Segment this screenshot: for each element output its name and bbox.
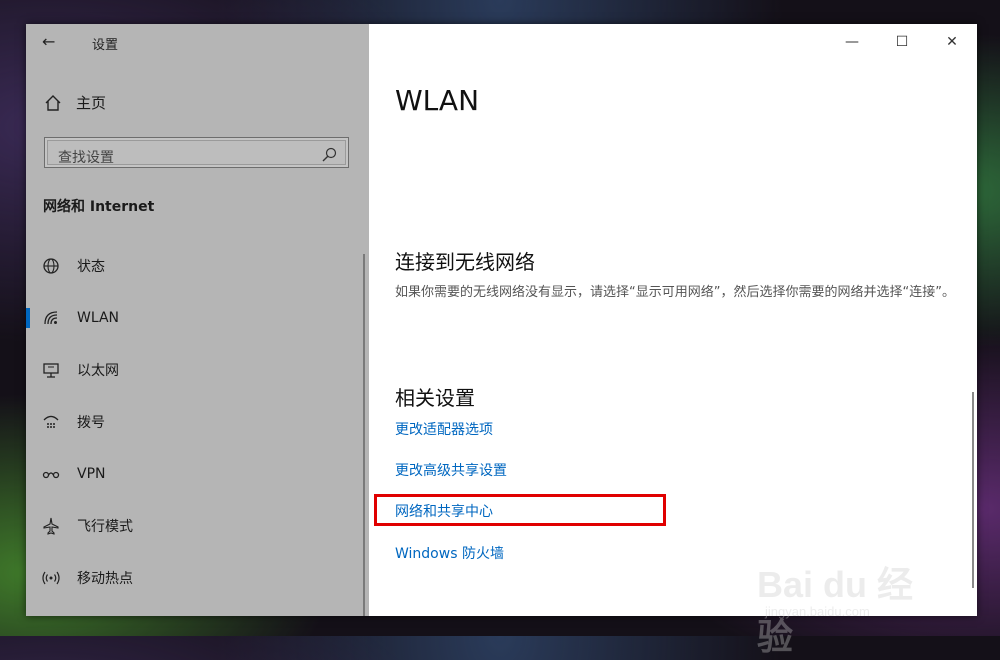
sidebar-item-status[interactable]: 状态 [26, 240, 369, 292]
sidebar-item-label: WLAN [77, 310, 120, 326]
sidebar-scrollbar[interactable] [363, 254, 365, 616]
connect-description: 如果你需要的无线网络没有显示，请选择“显示可用网络”，然后选择你需要的网络并选择… [395, 285, 955, 300]
home-icon [45, 94, 61, 111]
sidebar-item-vpn[interactable]: VPN [26, 448, 369, 500]
link-advanced-sharing[interactable]: 更改高级共享设置 [395, 460, 507, 480]
maximize-button[interactable]: ☐ [877, 24, 927, 60]
sidebar: ← 设置 主页 查找设置 网络和 Internet 状态 WLAN 以太网 拨号… [26, 24, 369, 616]
sidebar-item-wlan[interactable]: WLAN [26, 292, 369, 344]
sidebar-item-label: VPN [77, 466, 106, 482]
highlight-annotation [374, 494, 666, 526]
window-controls: — ☐ ✕ [827, 24, 977, 60]
wifi-icon [44, 311, 58, 325]
connect-heading: 连接到无线网络 [395, 250, 535, 274]
app-title: 设置 [92, 38, 119, 53]
sidebar-item-ethernet[interactable]: 以太网 [26, 344, 369, 396]
sidebar-item-airplane[interactable]: 飞行模式 [26, 500, 369, 552]
link-windows-firewall[interactable]: Windows 防火墙 [395, 543, 504, 563]
nav-list: 状态 WLAN 以太网 拨号 VPN 飞行模式 移动热点 [26, 240, 369, 604]
close-button[interactable]: ✕ [927, 24, 977, 60]
settings-window: ← 设置 主页 查找设置 网络和 Internet 状态 WLAN 以太网 拨号… [26, 24, 977, 657]
sidebar-item-label: 移动热点 [77, 571, 133, 587]
sidebar-item-hotspot[interactable]: 移动热点 [26, 552, 369, 604]
vpn-icon [42, 471, 60, 479]
minimize-button[interactable]: — [827, 24, 877, 60]
baidu-watermark: Bai du 经验 jingyan.baidu.com [757, 544, 947, 657]
globe-icon [43, 258, 59, 274]
sidebar-item-dialup[interactable]: 拨号 [26, 396, 369, 448]
link-adapter-options[interactable]: 更改适配器选项 [395, 419, 493, 439]
back-arrow-icon[interactable]: ← [42, 33, 60, 51]
section-title: 网络和 Internet [43, 199, 155, 215]
home-link[interactable]: 主页 [44, 92, 106, 113]
search-icon[interactable] [321, 147, 337, 163]
search-placeholder: 查找设置 [58, 150, 114, 166]
sidebar-item-label: 拨号 [77, 415, 105, 431]
airplane-icon [43, 517, 59, 535]
related-settings-heading: 相关设置 [395, 386, 475, 410]
home-label: 主页 [76, 94, 107, 112]
hotspot-icon [42, 571, 60, 585]
page-title: WLAN [395, 84, 480, 117]
main-scrollbar[interactable] [972, 392, 974, 588]
watermark-url: jingyan.baidu.com [765, 604, 870, 619]
main-content: — ☐ ✕ WLAN 连接到无线网络 如果你需要的无线网络没有显示，请选择“显示… [369, 24, 977, 657]
dialup-icon [43, 415, 59, 428]
ethernet-icon [43, 363, 59, 378]
sidebar-item-label: 飞行模式 [77, 519, 133, 535]
sidebar-item-label: 状态 [77, 259, 105, 275]
search-input[interactable]: 查找设置 [44, 137, 349, 168]
sidebar-item-label: 以太网 [77, 363, 119, 379]
search-inner: 查找设置 [47, 140, 346, 166]
